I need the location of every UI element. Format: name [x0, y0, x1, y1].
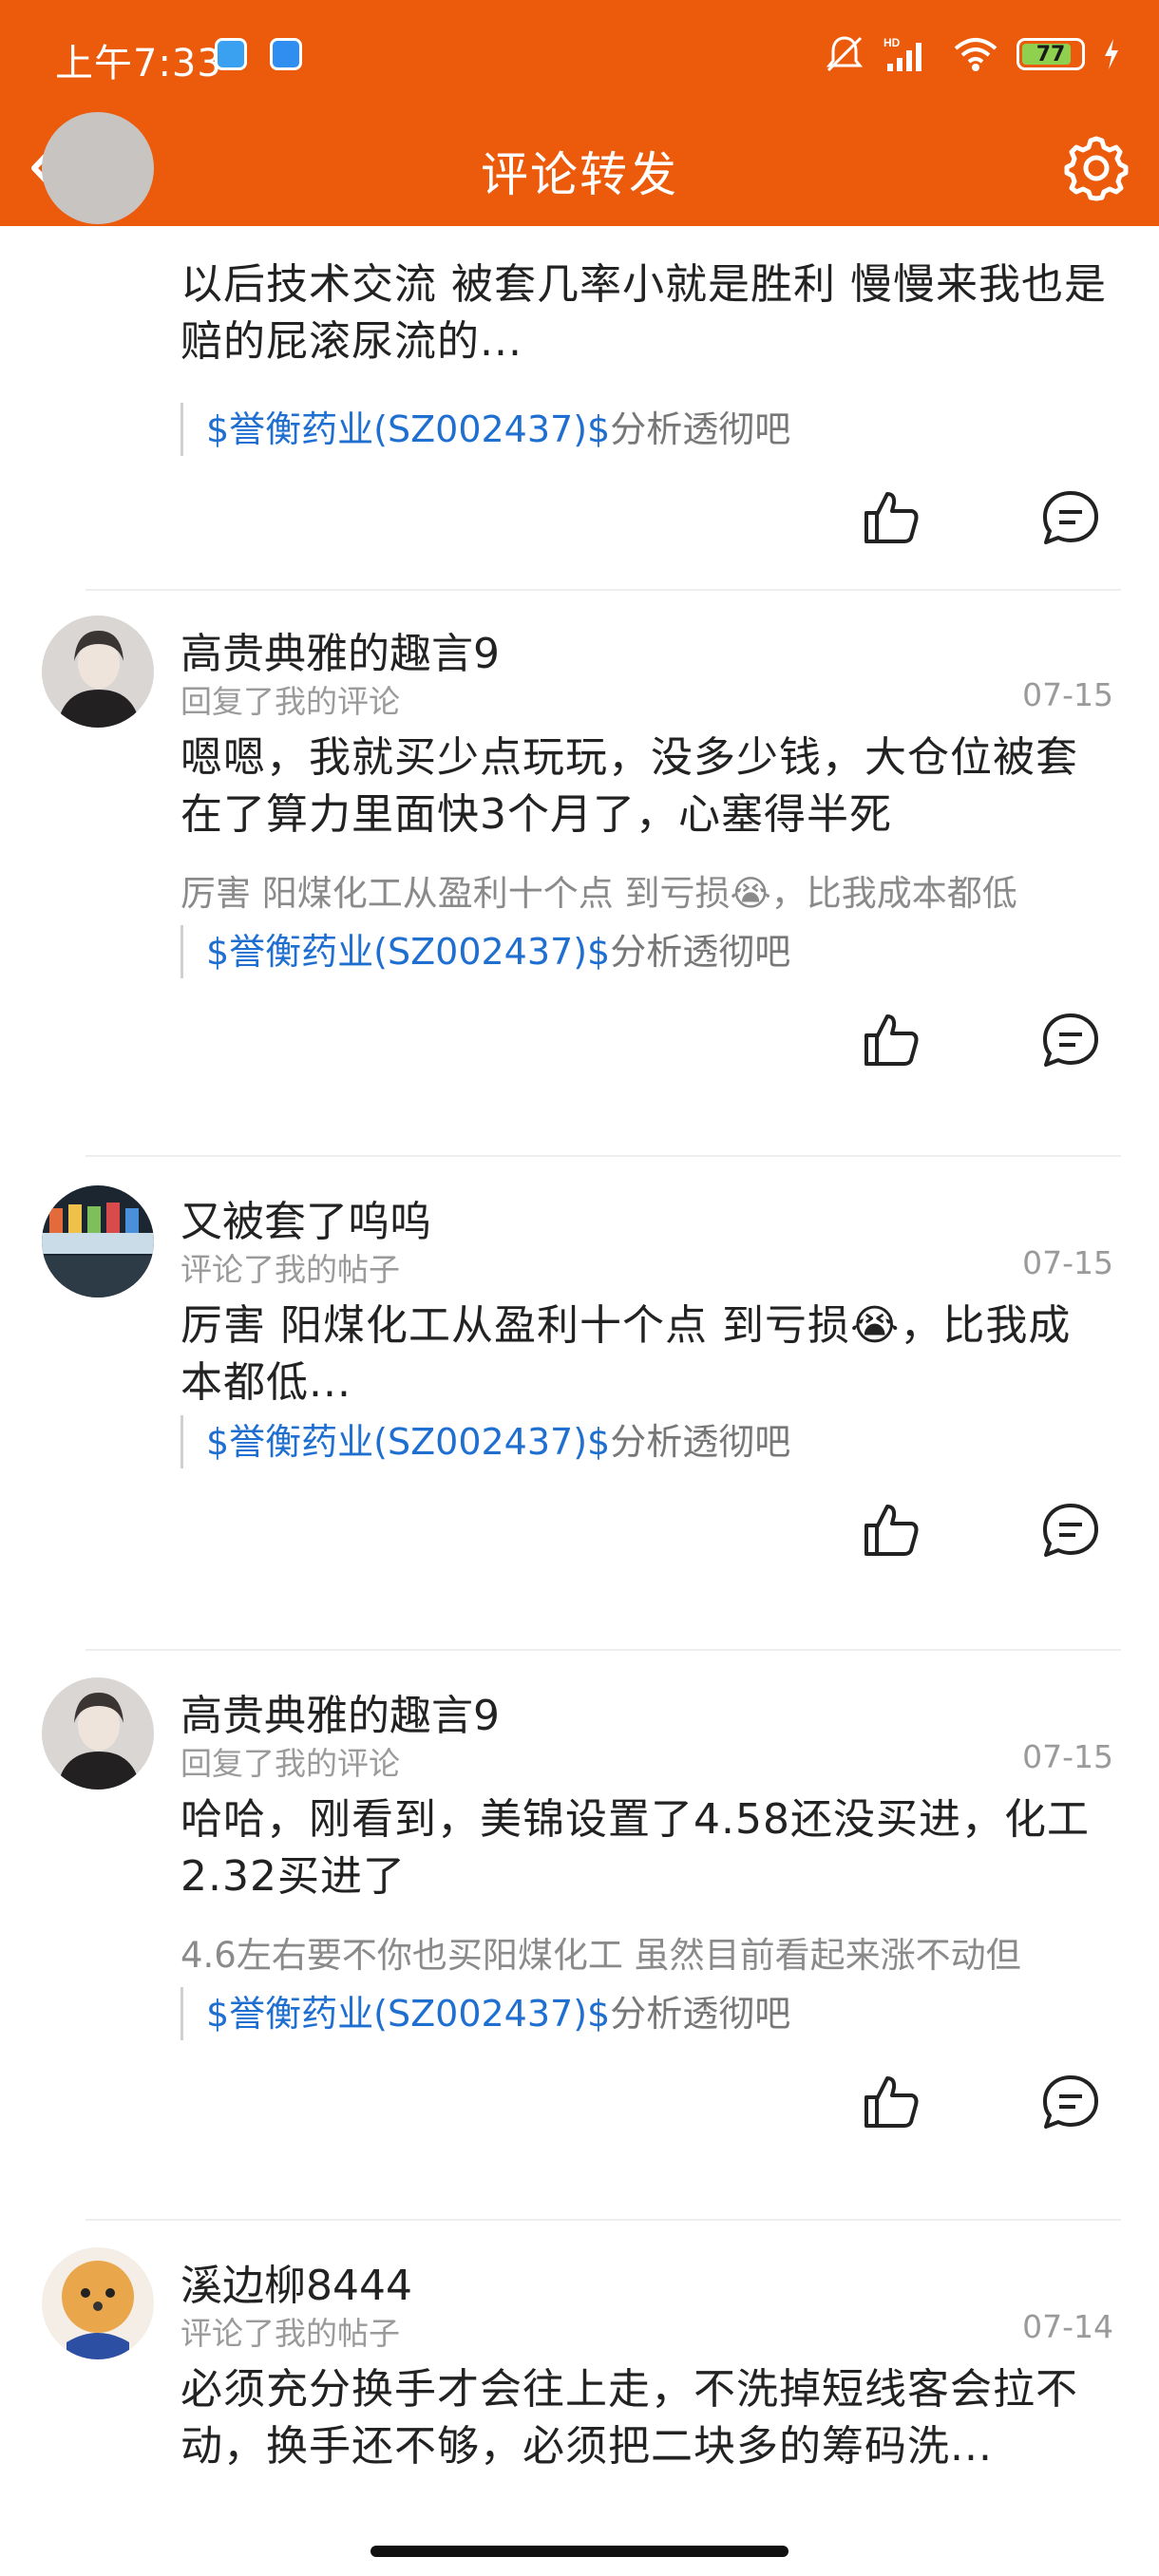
post-reference[interactable]: $誉衡药业(SZ002437)$分析透彻吧: [180, 925, 790, 978]
wifi-icon: [954, 38, 998, 71]
comment-icon[interactable]: [1037, 1497, 1104, 1563]
comment-icon[interactable]: [1037, 484, 1104, 551]
divider: [86, 1155, 1121, 1157]
comment-body[interactable]: 哈哈，刚看到，美锦设置了4.58还没买进，化工2.32买进了: [180, 1791, 1113, 1905]
comment-body[interactable]: 以后技术交流 被套几率小就是胜利 慢慢来我也是赔的屁滚尿流的...: [180, 256, 1113, 370]
settings-gear-icon[interactable]: [1060, 133, 1132, 205]
like-icon[interactable]: [859, 1007, 925, 1073]
action-text: 评论了我的帖子: [180, 2315, 400, 2352]
avatar[interactable]: [42, 616, 154, 728]
signal-icon: HD: [884, 36, 922, 71]
avatar[interactable]: [42, 1185, 154, 1297]
post-title: 分析透彻吧: [610, 1993, 791, 2035]
status-time: 上午7:33: [55, 42, 222, 85]
comment-body[interactable]: 必须充分换手才会往上走，不洗掉短线客会拉不动，换手还不够，必须把二块多的筹码洗.…: [180, 2361, 1113, 2475]
quoted-comment[interactable]: 4.6左右要不你也买阳煤化工 虽然目前看起来涨不动但: [180, 1926, 1159, 1978]
post-title: 分析透彻吧: [610, 408, 791, 450]
app-header: 上午7:33 HD 77 评论转发: [0, 0, 1159, 226]
post-title: 分析透彻吧: [610, 931, 791, 973]
username[interactable]: 高贵典雅的趣言9: [180, 1681, 500, 1742]
timestamp: 07-15: [1022, 1738, 1113, 1775]
action-text: 评论了我的帖子: [180, 1251, 400, 1288]
post-reference[interactable]: $誉衡药业(SZ002437)$分析透彻吧: [180, 1987, 790, 2040]
mute-icon: [826, 36, 864, 72]
username[interactable]: 又被套了呜呜: [180, 1187, 431, 1248]
quoted-comment[interactable]: 厉害 阳煤化工从盈利十个点 到亏损😭，比我成本都低: [180, 864, 1159, 916]
page-title: 评论转发: [481, 147, 678, 202]
avatar[interactable]: [42, 112, 154, 224]
charging-icon: [1105, 39, 1118, 69]
avatar[interactable]: [42, 2247, 154, 2359]
stock-link[interactable]: $誉衡药业(SZ002437)$: [206, 931, 610, 973]
like-icon[interactable]: [859, 2069, 925, 2135]
post-reference[interactable]: $誉衡药业(SZ002437)$分析透彻吧: [180, 1415, 790, 1468]
comment-body[interactable]: 厉害 阳煤化工从盈利十个点 到亏损😭，比我成本都低...: [180, 1297, 1113, 1411]
username[interactable]: 溪边柳8444: [180, 2251, 412, 2312]
username[interactable]: 高贵典雅的趣言9: [180, 619, 500, 680]
comment-icon[interactable]: [1037, 2069, 1104, 2135]
divider: [86, 589, 1121, 591]
notification-app-icon: [215, 38, 247, 70]
post-title: 分析透彻吧: [610, 1421, 791, 1463]
battery-icon: 77: [1016, 38, 1085, 70]
stock-link[interactable]: $誉衡药业(SZ002437)$: [206, 1993, 610, 2035]
like-icon[interactable]: [859, 484, 925, 551]
svg-text:HD: HD: [884, 36, 901, 49]
action-text: 回复了我的评论: [180, 683, 400, 720]
stock-link[interactable]: $誉衡药业(SZ002437)$: [206, 408, 610, 450]
home-indicator[interactable]: [370, 2546, 788, 2557]
comment-icon[interactable]: [1037, 1007, 1104, 1073]
divider: [86, 2219, 1121, 2221]
timestamp: 07-15: [1022, 1244, 1113, 1281]
nav-bar: 东方 财富 评论转发: [0, 112, 1159, 226]
battery-level: 77: [1036, 42, 1066, 66]
avatar[interactable]: [42, 1677, 154, 1790]
post-reference[interactable]: $誉衡药业(SZ002437)$分析透彻吧: [180, 403, 790, 456]
timestamp: 07-15: [1022, 676, 1113, 713]
comment-body[interactable]: 嗯嗯，我就买少点玩玩，没多少钱，大仓位被套在了算力里面快3个月了，心塞得半死: [180, 729, 1113, 843]
timestamp: 07-14: [1022, 2308, 1113, 2345]
status-bar: 上午7:33 HD 77: [0, 0, 1159, 112]
stock-link[interactable]: $誉衡药业(SZ002437)$: [206, 1421, 610, 1463]
divider: [86, 1649, 1121, 1651]
upload-notification-icon: [270, 38, 302, 70]
action-text: 回复了我的评论: [180, 1745, 400, 1782]
like-icon[interactable]: [859, 1497, 925, 1563]
